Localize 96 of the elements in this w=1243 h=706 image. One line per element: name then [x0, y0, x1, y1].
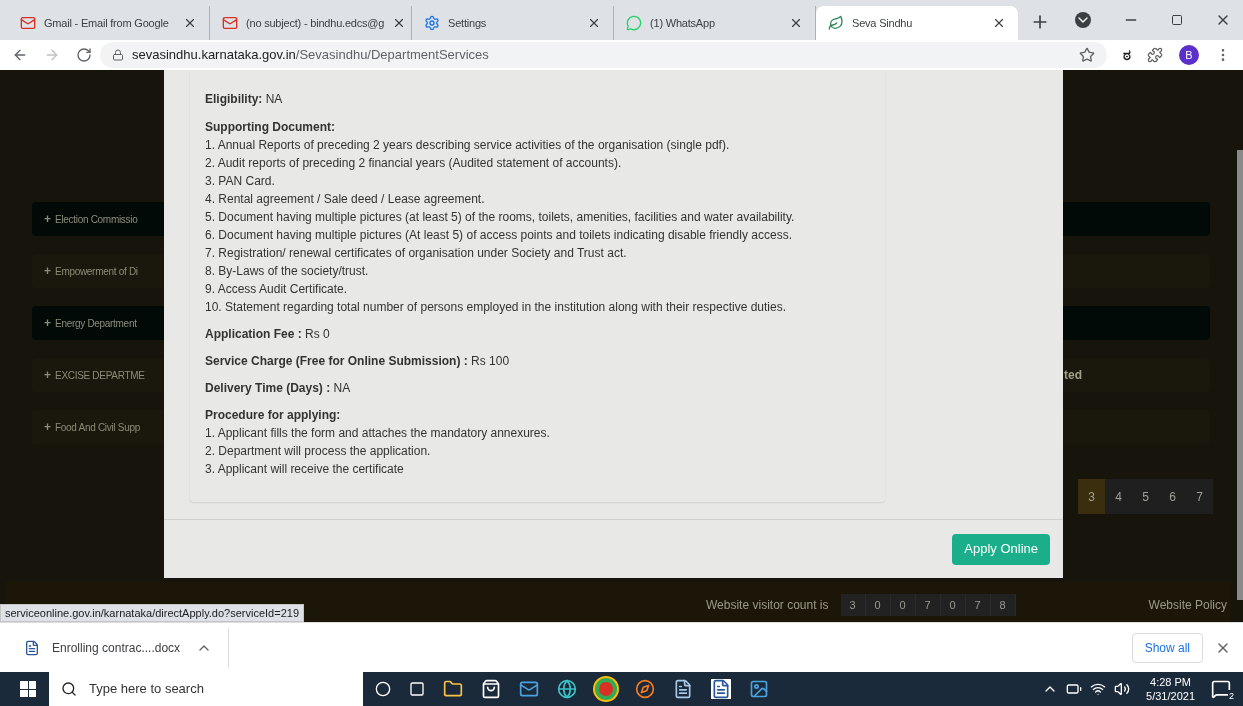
url-path: /Sevasindhu/DepartmentServices: [295, 46, 489, 65]
document-item: 5. Document having multiple pictures (at least 5) of the rooms, toilets, amenities, facilities and water availability.: [205, 209, 796, 226]
fee-text: Application Fee : Rs 0: [205, 326, 331, 343]
url-host: sevasindhu.karnataka.gov.in: [132, 46, 296, 65]
folder-icon[interactable]: [443, 679, 463, 699]
status-url-tooltip: serviceonline.gov.in/karnataka/directApply.do?serviceId=219: [0, 604, 304, 622]
profile-avatar[interactable]: B: [1179, 45, 1199, 65]
close-icon[interactable]: [587, 16, 601, 30]
reload-icon[interactable]: [76, 47, 92, 63]
browser-tab[interactable]: Seva Sindhu: [816, 6, 1018, 40]
department-label: EXCISE DEPARTME: [55, 368, 145, 383]
close-icon[interactable]: [789, 16, 803, 30]
visitor-digit: 7: [915, 594, 941, 616]
visitor-digit: 7: [965, 594, 991, 616]
page-button[interactable]: 3: [1078, 479, 1105, 514]
expand-symbol[interactable]: +: [44, 418, 51, 436]
lock-icon: [112, 49, 124, 61]
procedure-item: 1. Applicant fills the form and attaches the mandatory annexures.: [205, 425, 551, 442]
procedure-item: 3. Applicant will receive the certificate: [205, 461, 405, 478]
document-icon: [24, 639, 40, 656]
browser-icon[interactable]: [557, 679, 577, 699]
expand-symbol[interactable]: +: [44, 210, 51, 228]
department-label: ted: [1064, 367, 1082, 384]
document-item: 3. PAN Card.: [205, 173, 276, 190]
volume-icon[interactable]: [1114, 681, 1131, 697]
wifi-icon[interactable]: [1090, 681, 1107, 697]
department-label: Election Commissio: [55, 212, 138, 227]
document-item: 6. Document having multiple pictures (At least 5) of access points and toilets indicating disable friendly access.: [205, 227, 793, 244]
scrollbar[interactable]: [1237, 150, 1243, 600]
back-icon[interactable]: [12, 47, 28, 63]
photos-icon[interactable]: [749, 679, 769, 699]
section-title: Supporting Document:: [205, 119, 336, 136]
show-all-button[interactable]: Show all: [1131, 632, 1203, 663]
procedure-item: 2. Department will process the application.: [205, 443, 432, 460]
close-icon[interactable]: [992, 16, 1006, 30]
extensions-icon[interactable]: [1147, 47, 1163, 63]
restore-icon[interactable]: [1171, 14, 1183, 26]
fee-text: Service Charge (Free for Online Submission) : Rs 100: [205, 353, 511, 370]
mail-icon: [222, 15, 238, 31]
bookmark-icon[interactable]: [1079, 47, 1095, 63]
page-button[interactable]: 5: [1132, 479, 1159, 514]
address-bar[interactable]: sevasindhu.karnataka.gov.in/Sevasindhu/DepartmentServices: [100, 42, 1107, 68]
clock-date: 5/31/2021: [1146, 689, 1195, 703]
visitor-digit: 3: [840, 594, 866, 616]
search-icon: [61, 681, 77, 697]
visitor-digit: 0: [890, 594, 916, 616]
document-item: 4. Rental agreement / Sale deed / Lease agreement.: [205, 191, 486, 208]
settings-icon: [424, 15, 440, 31]
store-icon[interactable]: [481, 679, 501, 699]
tab-title: Seva Sindhu: [852, 15, 914, 31]
page-button[interactable]: 7: [1186, 479, 1213, 514]
document-item: 9. Access Audit Certificate.: [205, 281, 349, 298]
document-item: 2. Audit reports of preceding 2 financial years (Audited statement of accounts).: [205, 155, 623, 172]
tab-title: Settings: [448, 15, 488, 31]
department-label: Empowerment of Di: [55, 264, 138, 279]
compass-icon[interactable]: [635, 679, 655, 699]
document-item: 10. Statement regarding total number of persons employed in the institution along with their respective duties.: [205, 299, 787, 316]
search-placeholder: Type here to search: [89, 680, 204, 699]
eligibility-text: Eligibility: NA: [205, 91, 284, 108]
document-item: 8. By-Laws of the society/trust.: [205, 263, 370, 280]
task-view-icon[interactable]: [409, 681, 425, 697]
visitor-label: Website visitor count is: [706, 597, 829, 614]
leaf-icon: [828, 15, 844, 31]
visitor-digit: 0: [865, 594, 891, 616]
section-title: Procedure for applying:: [205, 407, 342, 424]
chat-icon: [626, 15, 642, 31]
department-label: Food And Civil Supp: [55, 420, 140, 435]
visitor-digit: 8: [990, 594, 1016, 616]
website-policy-link[interactable]: Website Policy: [1148, 596, 1227, 614]
tab-search-icon[interactable]: [1075, 12, 1091, 28]
document-item: 1. Annual Reports of preceding 2 years describing service activities of the organisation (single pdf).: [205, 137, 731, 154]
windows-start-icon[interactable]: [20, 681, 36, 697]
visitor-digit: 0: [940, 594, 966, 616]
clock-time: 4:28 PM: [1150, 675, 1191, 689]
taskbar-search-field[interactable]: Type here to search: [49, 672, 363, 706]
expand-symbol[interactable]: +: [44, 262, 51, 280]
tab-title: Gmail - Email from Google: [44, 15, 170, 31]
notes-icon[interactable]: [673, 679, 693, 699]
tab-title: (1) WhatsApp: [650, 15, 716, 31]
mail-icon[interactable]: [519, 679, 539, 699]
cortana-icon[interactable]: [375, 681, 391, 697]
extension-button[interactable]: ಠ: [1123, 43, 1131, 67]
expand-symbol[interactable]: +: [44, 366, 51, 384]
page-button[interactable]: 4: [1105, 479, 1132, 514]
close-icon[interactable]: [183, 16, 197, 30]
tab-title: (no subject) - bindhu.edcs@g: [246, 15, 385, 31]
taskbar-clock[interactable]: 4:28 PM 5/31/2021: [1146, 675, 1195, 703]
document-item: 7. Registration/ renewal certificates of organisation under Society and Trust act.: [205, 245, 628, 262]
notifications-icon[interactable]: [1211, 679, 1231, 699]
department-label: Energy Department: [55, 316, 137, 331]
page-button[interactable]: 6: [1159, 479, 1186, 514]
battery-icon[interactable]: [1066, 681, 1083, 697]
fee-text: Delivery Time (Days) : NA: [205, 380, 352, 397]
expand-symbol[interactable]: +: [44, 314, 51, 332]
mail-icon: [20, 15, 36, 31]
download-filename[interactable]: Enrolling contrac....docx: [52, 638, 181, 657]
